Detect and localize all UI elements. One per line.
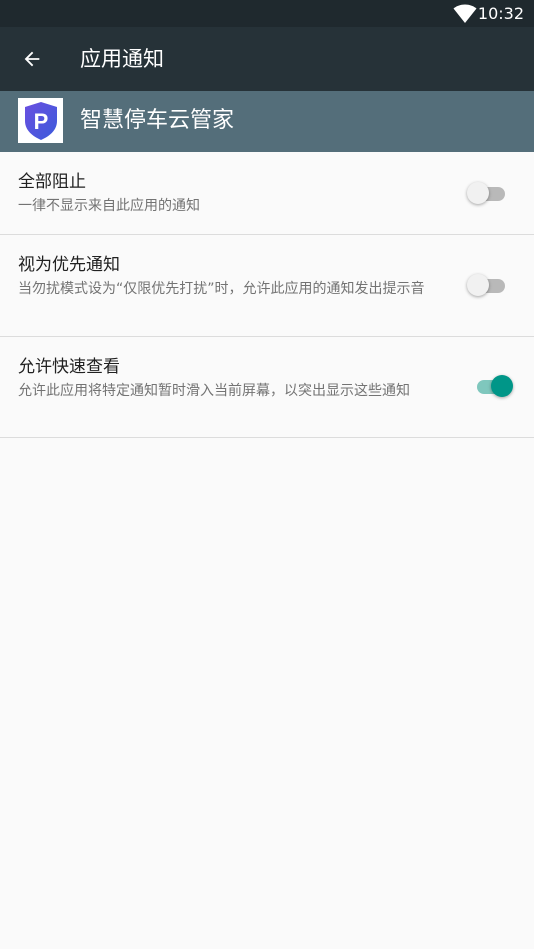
toggle-switch[interactable]: [473, 375, 513, 399]
wifi-icon: [453, 4, 477, 23]
page-title: 应用通知: [80, 47, 164, 71]
setting-description: 一律不显示来自此应用的通知: [18, 198, 200, 214]
toggle-thumb: [467, 274, 489, 296]
app-name: 智慧停车云管家: [80, 108, 235, 133]
app-bar: 应用通知: [0, 27, 534, 91]
status-bar: 10:32: [0, 0, 534, 27]
setting-priority[interactable]: 视为优先通知 当勿扰模式设为“仅限优先打扰”时，允许此应用的通知发出提示音: [0, 235, 534, 337]
toggle-switch[interactable]: [467, 182, 507, 206]
app-icon: P: [18, 98, 63, 143]
setting-description: 允许此应用将特定通知暂时滑入当前屏幕，以突出显示这些通知: [18, 383, 410, 399]
setting-label: 全部阻止: [18, 172, 86, 192]
back-button[interactable]: [14, 41, 50, 77]
toggle-switch[interactable]: [467, 274, 507, 298]
setting-peek[interactable]: 允许快速查看 允许此应用将特定通知暂时滑入当前屏幕，以突出显示这些通知: [0, 337, 534, 438]
setting-label: 允许快速查看: [18, 357, 120, 377]
status-time: 10:32: [477, 4, 524, 23]
toggle-thumb: [467, 182, 489, 204]
setting-label: 视为优先通知: [18, 255, 120, 275]
setting-block-all[interactable]: 全部阻止 一律不显示来自此应用的通知: [0, 152, 534, 235]
app-header: P 智慧停车云管家: [0, 91, 534, 152]
arrow-back-icon: [24, 51, 40, 67]
app-icon-letter: P: [33, 109, 48, 134]
setting-description: 当勿扰模式设为“仅限优先打扰”时，允许此应用的通知发出提示音: [18, 281, 425, 297]
toggle-thumb: [491, 375, 513, 397]
parking-p-shield-icon: P: [24, 101, 57, 140]
